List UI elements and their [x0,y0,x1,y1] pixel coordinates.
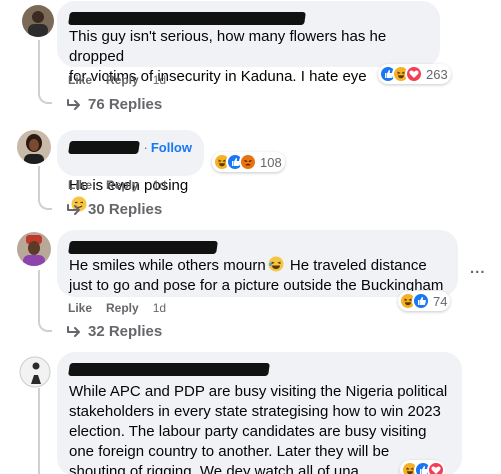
like-button[interactable]: Like [68,178,92,192]
comment-author: · Follow [68,138,192,156]
thread-connector [38,90,52,104]
replies-count: 76 Replies [88,96,163,113]
replies-count: 30 Replies [88,201,163,218]
comment-bubble: He smiles while others mourn He traveled… [57,230,458,297]
love-icon [427,461,445,474]
more-options-button[interactable]: ... [470,260,486,277]
comment-timestamp[interactable]: 1d [153,301,166,315]
view-replies-link[interactable]: 32 Replies [66,323,162,340]
separator-dot: · [143,139,148,155]
comment-bubble: This guy isn't serious, how many flowers… [57,1,440,85]
reply-button[interactable]: Reply [106,178,139,192]
commenter-avatar[interactable] [19,356,51,388]
reaction-count: 74 [433,293,448,309]
thread-connector [38,196,52,210]
like-button[interactable]: Like [68,301,92,315]
commenter-avatar[interactable] [17,130,51,164]
comment-timestamp[interactable]: 1d [153,73,166,87]
comment-author[interactable] [68,238,446,256]
comment-bubble: While APC and PDP are busy visiting the … [57,352,462,474]
comment-author[interactable] [68,9,428,27]
reaction-count: 263 [426,66,448,82]
like-icon [412,292,430,310]
reply-arrow-icon [67,98,80,110]
reply-arrow-icon [67,203,80,215]
reaction-summary[interactable]: 108 [212,152,285,172]
thread-line [38,40,40,92]
replies-count: 32 Replies [88,323,163,340]
follow-button[interactable]: Follow [151,140,192,155]
thread-line [38,166,40,198]
comment-actions: Like Reply 1d [68,73,166,87]
comment-actions: Like Reply 1d [68,301,166,315]
comment-text-part: He smiles while others mourn [69,257,266,274]
like-button[interactable]: Like [68,73,92,87]
comment-text: He smiles while others mourn He traveled… [69,256,446,296]
reply-button[interactable]: Reply [106,301,139,315]
thread-connector [38,318,52,332]
comment-text: While APC and PDP are busy visiting the … [69,383,448,474]
comment-bubble: · Follow He is even posing [57,130,204,212]
reaction-summary[interactable]: 74 [398,291,451,311]
comment-timestamp[interactable]: 1d [153,178,166,192]
commenter-avatar[interactable] [22,5,54,37]
redacted-author-name [68,240,218,254]
commenter-avatar[interactable] [17,232,51,266]
angry-icon [239,153,257,171]
redacted-author-name[interactable] [68,140,141,154]
reaction-summary[interactable] [400,460,445,474]
thread-line [38,270,40,320]
laughing-emoji-icon [268,256,284,272]
view-replies-link[interactable]: 76 Replies [66,96,162,113]
thread-line [38,388,40,474]
reply-arrow-icon [67,325,80,337]
love-icon [405,65,423,83]
redacted-author-name [68,11,306,25]
comment-author[interactable] [68,360,450,378]
redacted-author-name [68,362,270,376]
comment-actions: Like Reply 1d [68,178,166,192]
reply-button[interactable]: Reply [106,73,139,87]
view-replies-link[interactable]: 30 Replies [66,201,162,218]
reaction-summary[interactable]: 263 [378,64,451,84]
reaction-count: 108 [260,154,282,170]
